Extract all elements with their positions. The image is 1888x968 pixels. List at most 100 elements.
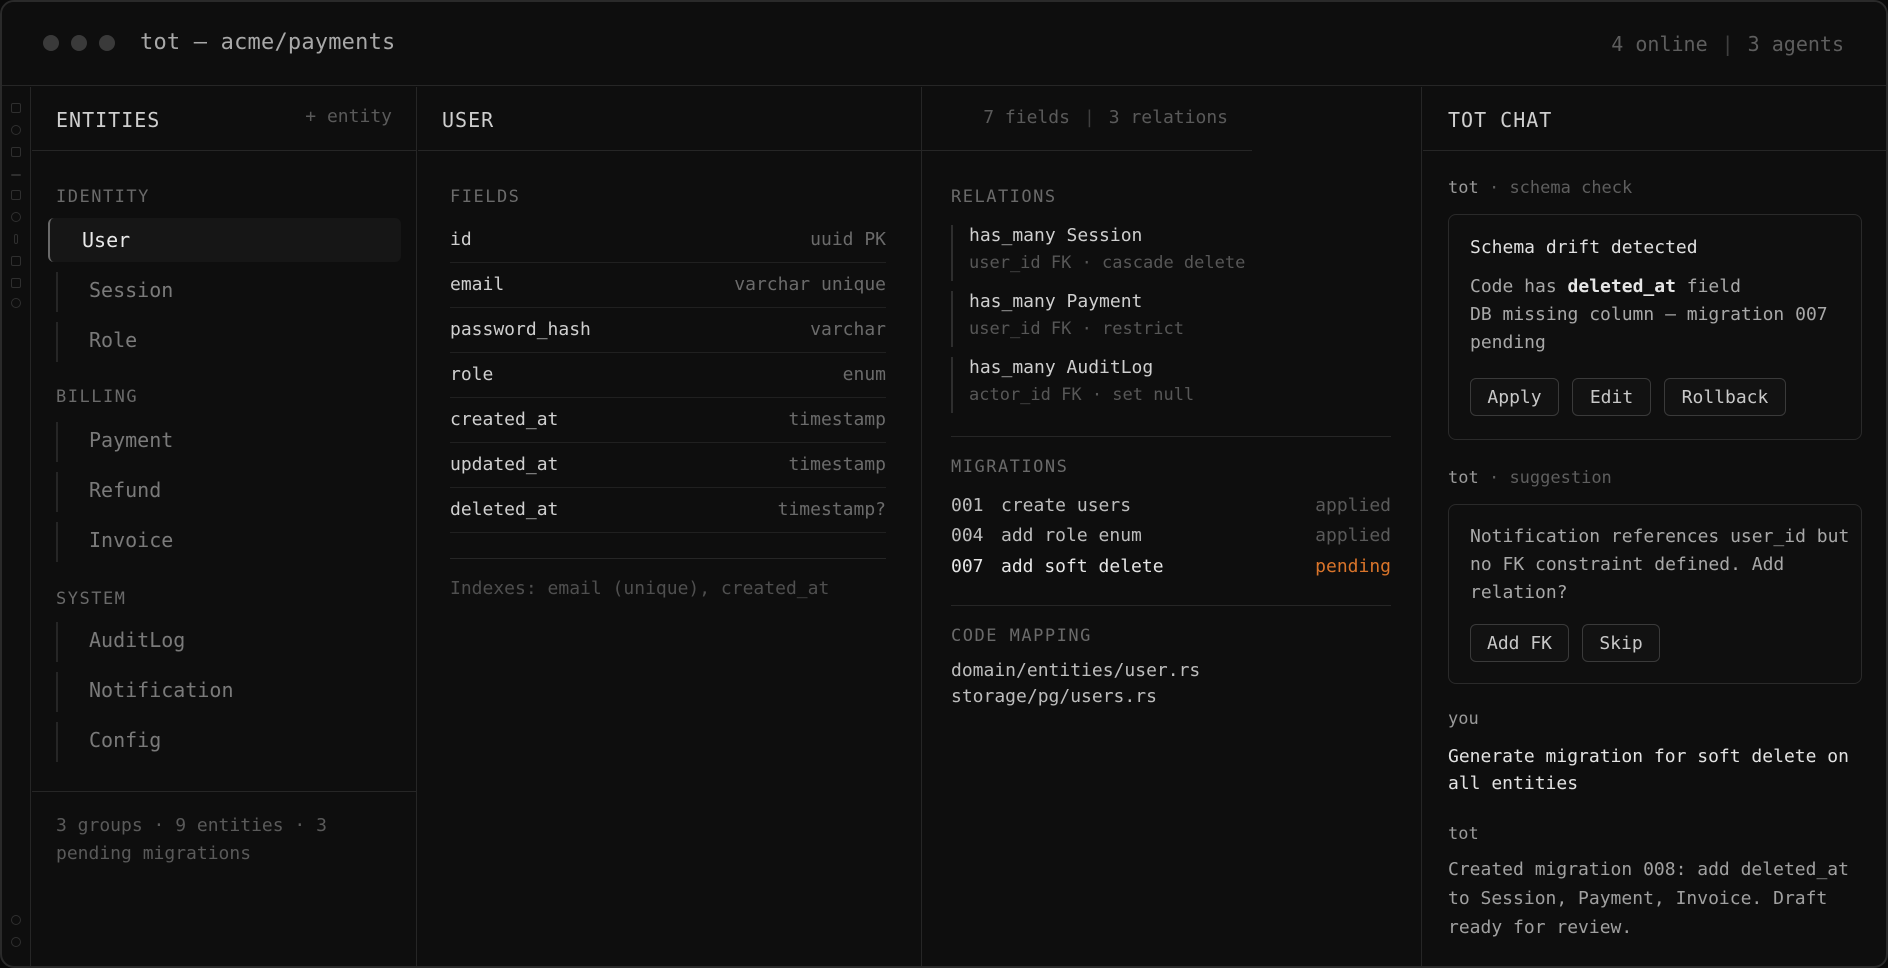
minimize-window-button[interactable] bbox=[71, 35, 87, 51]
migrations-label: MIGRATIONS bbox=[951, 457, 1069, 477]
field-name: deleted_at bbox=[450, 499, 559, 520]
field-row[interactable]: updated_at timestamp bbox=[450, 443, 886, 488]
message-kind: · schema check bbox=[1488, 178, 1633, 198]
entity-label: Session bbox=[89, 278, 174, 302]
presence-status: 4 online | 3 agents bbox=[1611, 32, 1844, 56]
entity-label: Refund bbox=[89, 478, 162, 502]
entity-item-user[interactable]: User bbox=[48, 218, 401, 262]
speaker-name: tot bbox=[1448, 178, 1479, 198]
entity-item-payment[interactable]: Payment bbox=[56, 418, 406, 462]
branch-icon[interactable] bbox=[14, 234, 18, 244]
entity-detail-panel: USER 7 fields | 3 relations FIELDS id uu… bbox=[418, 87, 1252, 966]
entities-title: ENTITIES bbox=[56, 108, 161, 132]
migration-row[interactable]: 004 add role enum applied bbox=[951, 525, 1391, 551]
field-name: role bbox=[450, 364, 494, 385]
close-window-button[interactable] bbox=[43, 35, 59, 51]
minus-icon[interactable] bbox=[11, 174, 21, 176]
terminal-icon[interactable] bbox=[11, 256, 21, 266]
add-fk-button[interactable]: Add FK bbox=[1470, 624, 1569, 662]
relation-item[interactable]: has_many Session user_id FK · cascade de… bbox=[951, 225, 1391, 281]
card-line: DB missing column — migration 007 pendin… bbox=[1470, 304, 1828, 353]
indexes-divider bbox=[450, 558, 886, 559]
field-name: id bbox=[450, 229, 472, 250]
tree-line bbox=[56, 472, 58, 512]
migration-number: 004 bbox=[951, 525, 984, 546]
relation-detail: user_id FK · restrict bbox=[969, 319, 1184, 339]
entity-item-auditlog[interactable]: AuditLog bbox=[56, 618, 406, 662]
code-mapping-label: CODE MAPPING bbox=[951, 626, 1092, 646]
account-icon[interactable] bbox=[11, 915, 21, 925]
field-name: email bbox=[450, 274, 505, 295]
add-entity-button[interactable]: + entity bbox=[305, 106, 392, 127]
migration-row[interactable]: 007 add soft delete pending bbox=[951, 556, 1391, 582]
suggestion-card: Notification references user_id but no F… bbox=[1448, 504, 1862, 684]
layers-icon[interactable] bbox=[11, 147, 21, 157]
entity-label: AuditLog bbox=[89, 628, 186, 652]
search-icon[interactable] bbox=[11, 125, 21, 135]
entity-item-role[interactable]: Role bbox=[56, 318, 406, 362]
field-row[interactable]: email varchar unique bbox=[450, 263, 886, 308]
entity-item-notification[interactable]: Notification bbox=[56, 668, 406, 712]
entities-footer: 3 groups · 9 entities · 3 pending migrat… bbox=[32, 791, 417, 864]
tree-line bbox=[56, 322, 58, 362]
field-type: uuid PK bbox=[810, 229, 886, 250]
fields-label: FIELDS bbox=[450, 187, 521, 207]
migration-number: 007 bbox=[951, 556, 984, 577]
field-row[interactable]: password_hash varchar bbox=[450, 308, 886, 353]
entities-header: ENTITIES + entity bbox=[32, 87, 416, 151]
card-body: Code has deleted_at field DB missing col… bbox=[1470, 273, 1850, 357]
settings-icon[interactable] bbox=[11, 937, 21, 947]
card-line: Code has deleted_at field bbox=[1470, 273, 1850, 301]
schema-drift-card: Schema drift detected Code has deleted_a… bbox=[1448, 214, 1862, 440]
field-row[interactable]: role enum bbox=[450, 353, 886, 398]
group-label-system: SYSTEM bbox=[56, 589, 127, 609]
migration-status-pending: pending bbox=[1315, 556, 1391, 577]
field-type: varchar bbox=[810, 319, 886, 340]
entity-label: Config bbox=[89, 728, 162, 752]
pin-icon[interactable] bbox=[11, 298, 21, 308]
message-meta: tot · schema check bbox=[1448, 178, 1632, 198]
relation-item[interactable]: has_many AuditLog actor_id FK · set null bbox=[951, 357, 1391, 413]
entity-item-invoice[interactable]: Invoice bbox=[56, 518, 406, 562]
agent-icon[interactable] bbox=[11, 212, 21, 222]
skip-button[interactable]: Skip bbox=[1582, 624, 1660, 662]
entity-item-config[interactable]: Config bbox=[56, 718, 406, 762]
apply-button[interactable]: Apply bbox=[1470, 378, 1559, 416]
tree-line bbox=[56, 672, 58, 712]
indexes-info: Indexes: email (unique), created_at bbox=[450, 578, 830, 599]
card-text: Code has bbox=[1470, 276, 1568, 297]
maximize-window-button[interactable] bbox=[99, 35, 115, 51]
entity-label: User bbox=[82, 228, 131, 252]
agents-count: 3 agents bbox=[1747, 32, 1844, 56]
message-meta: tot · suggestion bbox=[1448, 468, 1612, 488]
chat-header: TOT CHAT bbox=[1423, 87, 1886, 151]
code-path-link[interactable]: domain/entities/user.rs bbox=[951, 660, 1200, 681]
rollback-button[interactable]: Rollback bbox=[1664, 378, 1786, 416]
presence-separator: | bbox=[1721, 32, 1734, 56]
edit-button[interactable]: Edit bbox=[1572, 378, 1651, 416]
field-row[interactable]: deleted_at timestamp? bbox=[450, 488, 886, 533]
migration-name: create users bbox=[1001, 495, 1132, 516]
entity-item-refund[interactable]: Refund bbox=[56, 468, 406, 512]
relation-title: has_many Session bbox=[969, 225, 1143, 246]
relation-item[interactable]: has_many Payment user_id FK · restrict bbox=[951, 291, 1391, 347]
group-label-identity: IDENTITY bbox=[56, 187, 150, 207]
field-row[interactable]: created_at timestamp bbox=[450, 398, 886, 443]
window-title: tot — acme/payments bbox=[140, 30, 396, 55]
card-title: Schema drift detected bbox=[1470, 237, 1698, 258]
migration-status: applied bbox=[1315, 525, 1391, 546]
entity-label: Payment bbox=[89, 428, 174, 452]
migration-row[interactable]: 001 create users applied bbox=[951, 495, 1391, 521]
field-highlight: deleted_at bbox=[1567, 276, 1676, 297]
field-type: timestamp bbox=[788, 454, 886, 475]
tree-line bbox=[56, 622, 58, 662]
entity-item-session[interactable]: Session bbox=[56, 268, 406, 312]
code-icon[interactable] bbox=[11, 103, 21, 113]
field-name: created_at bbox=[450, 409, 559, 430]
schema-icon[interactable] bbox=[11, 190, 21, 200]
relation-detail: user_id FK · cascade delete bbox=[969, 253, 1246, 273]
code-path-link[interactable]: storage/pg/users.rs bbox=[951, 686, 1157, 707]
list-icon[interactable] bbox=[11, 278, 21, 288]
field-row[interactable]: id uuid PK bbox=[450, 218, 886, 263]
migration-status: applied bbox=[1315, 495, 1391, 516]
